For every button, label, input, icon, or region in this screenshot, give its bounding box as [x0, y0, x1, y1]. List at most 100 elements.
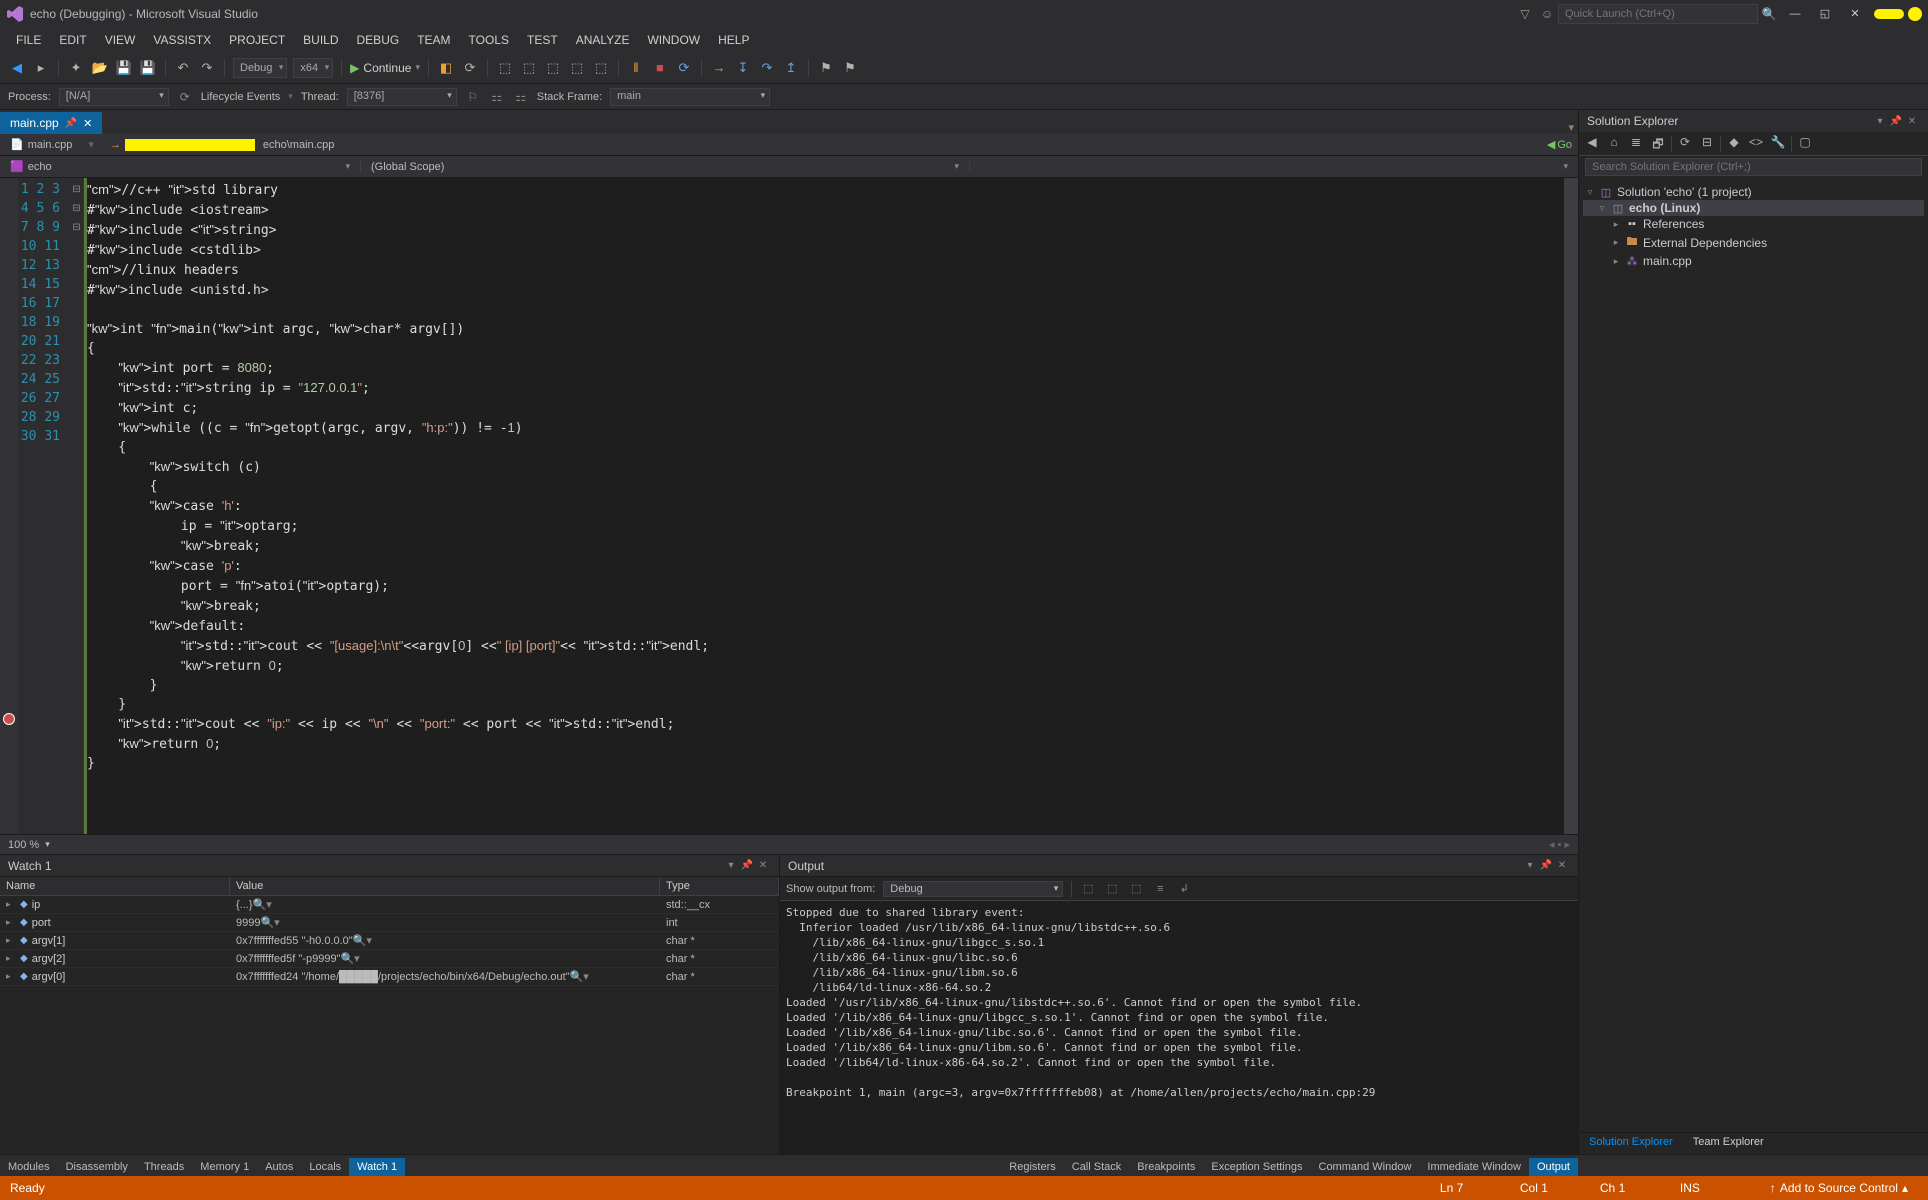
nav-back-icon[interactable]: ◀ — [8, 59, 26, 77]
solution-config-combo[interactable]: Debug — [233, 58, 287, 78]
sol-preview-icon[interactable]: ▢ — [1796, 135, 1814, 153]
quick-launch-input[interactable] — [1558, 4, 1758, 24]
tb-icon-ex1[interactable]: ⚑ — [817, 59, 835, 77]
sol-code-icon[interactable]: <> — [1747, 135, 1765, 153]
panel-pin-icon[interactable]: 📌 — [1888, 116, 1904, 127]
tw-breakpoints[interactable]: Breakpoints — [1129, 1158, 1203, 1176]
pin-icon[interactable]: 📌 — [65, 118, 77, 129]
lifecycle-icon[interactable]: ⟳ — [177, 90, 193, 104]
add-source-control-button[interactable]: ↑ Add to Source Control ▴ — [1760, 1181, 1918, 1195]
tb-icon-5[interactable]: ⬚ — [544, 59, 562, 77]
watch-title-bar[interactable]: Watch 1 ▾ 📌 ✕ — [0, 855, 779, 877]
nav-fwd-icon[interactable]: ▸ — [32, 59, 50, 77]
watch-row[interactable]: ▸◆ argv[0]0x7fffffffed24 "/home/█████/pr… — [0, 968, 779, 986]
go-button[interactable]: ◀Go — [1547, 138, 1578, 151]
menu-analyze[interactable]: ANALYZE — [568, 29, 638, 51]
watch-row[interactable]: ▸◆ argv[1]0x7fffffffed55 "-h0.0.0.0"🔍▾ch… — [0, 932, 779, 950]
output-btn-3[interactable]: ⬚ — [1128, 882, 1144, 895]
output-source-combo[interactable]: Debug — [883, 881, 1063, 897]
process-combo[interactable]: [N/A] — [59, 88, 169, 106]
new-project-icon[interactable]: ✦ — [67, 59, 85, 77]
tw-exception[interactable]: Exception Settings — [1203, 1158, 1310, 1176]
tab-solution-explorer[interactable]: Solution Explorer — [1579, 1133, 1683, 1154]
notifications-icon[interactable]: ▽ — [1516, 7, 1534, 21]
vertical-scrollbar[interactable] — [1564, 178, 1578, 834]
breakpoint-icon[interactable] — [3, 713, 15, 725]
tab-team-explorer[interactable]: Team Explorer — [1683, 1133, 1774, 1154]
code-content[interactable]: "cm">//c++ "it">std library #"kw">includ… — [84, 178, 1564, 834]
step-into-icon[interactable]: ↧ — [734, 59, 752, 77]
close-button[interactable]: ✕ — [1840, 4, 1870, 24]
solution-root-node[interactable]: ▿◫Solution 'echo' (1 project) — [1583, 184, 1924, 200]
tw-registers[interactable]: Registers — [1001, 1158, 1063, 1176]
tb-icon-3[interactable]: ⬚ — [496, 59, 514, 77]
tw-command[interactable]: Command Window — [1311, 1158, 1420, 1176]
breakpoint-margin[interactable] — [0, 178, 18, 834]
menu-team[interactable]: TEAM — [409, 29, 458, 51]
step-out-icon[interactable]: ↥ — [782, 59, 800, 77]
references-node[interactable]: ▸▪▪References — [1583, 216, 1924, 232]
menu-test[interactable]: TEST — [519, 29, 566, 51]
tw-memory[interactable]: Memory 1 — [192, 1158, 257, 1176]
menu-edit[interactable]: EDIT — [51, 29, 94, 51]
scope-member-combo[interactable] — [969, 161, 1578, 172]
watch-row[interactable]: ▸◆ port9999🔍▾int — [0, 914, 779, 932]
menu-debug[interactable]: DEBUG — [349, 29, 408, 51]
tw-locals[interactable]: Locals — [301, 1158, 349, 1176]
restore-button[interactable]: ◱ — [1810, 4, 1840, 24]
menu-view[interactable]: VIEW — [97, 29, 144, 51]
menu-window[interactable]: WINDOW — [639, 29, 708, 51]
sol-refresh-icon[interactable]: ⟳ — [1676, 135, 1694, 153]
thread-combo[interactable]: [8376] — [347, 88, 457, 106]
panel-dropdown-icon[interactable]: ▾ — [1522, 860, 1538, 871]
tw-output[interactable]: Output — [1529, 1158, 1578, 1176]
solution-tree[interactable]: ▿◫Solution 'echo' (1 project) ▿◫echo (Li… — [1579, 180, 1928, 1132]
watch-row[interactable]: ▸◆ ip{...}🔍▾std::__cx — [0, 896, 779, 914]
menu-vassistx[interactable]: VASSISTX — [145, 29, 219, 51]
watch-col-type[interactable]: Type — [660, 877, 779, 895]
watch-row[interactable]: ▸◆ argv[2]0x7fffffffed5f "-p9999"🔍▾char … — [0, 950, 779, 968]
tab-close-icon[interactable]: ✕ — [83, 117, 92, 130]
tb-icon-ex2[interactable]: ⚑ — [841, 59, 859, 77]
scope-global-combo[interactable]: (Global Scope) — [360, 161, 969, 173]
menu-tools[interactable]: TOOLS — [461, 29, 517, 51]
sol-sync-icon[interactable]: 🗗 — [1649, 135, 1667, 153]
tb-icon-6[interactable]: ⬚ — [568, 59, 586, 77]
tw-autos[interactable]: Autos — [257, 1158, 301, 1176]
solution-platform-combo[interactable]: x64 — [293, 58, 333, 78]
sol-tree-icon[interactable]: ≣ — [1627, 135, 1645, 153]
save-all-icon[interactable]: 💾 — [139, 59, 157, 77]
output-title-bar[interactable]: Output ▾ 📌 ✕ — [780, 855, 1578, 877]
scope-project-combo[interactable]: 🟪 echo — [0, 160, 360, 173]
stop-debug-icon[interactable]: ■ — [651, 59, 669, 77]
tw-modules[interactable]: Modules — [0, 1158, 58, 1176]
step-over-icon[interactable]: ↷ — [758, 59, 776, 77]
tab-main-cpp[interactable]: main.cpp 📌 ✕ — [0, 112, 102, 134]
flag-threads-icon[interactable]: ⚐ — [465, 90, 481, 104]
tab-overflow-icon[interactable]: ▾ — [1568, 121, 1578, 134]
tw-threads[interactable]: Threads — [136, 1158, 192, 1176]
watch-col-name[interactable]: Name — [0, 877, 230, 895]
panel-close-icon[interactable]: ✕ — [1904, 116, 1920, 127]
tw-immediate[interactable]: Immediate Window — [1419, 1158, 1529, 1176]
external-deps-node[interactable]: ▸🖿External Dependencies — [1583, 232, 1924, 253]
outline-margin[interactable]: ⊟ ⊟ ⊟ — [70, 178, 84, 834]
watch-body[interactable]: ▸◆ ip{...}🔍▾std::__cx▸◆ port9999🔍▾int▸◆ … — [0, 896, 779, 1154]
undo-icon[interactable]: ↶ — [174, 59, 192, 77]
menu-project[interactable]: PROJECT — [221, 29, 293, 51]
tb-icon-2[interactable]: ⟳ — [461, 59, 479, 77]
search-icon[interactable]: 🔍 — [1760, 7, 1778, 21]
restart-icon[interactable]: ⟳ — [675, 59, 693, 77]
show-next-stmt-icon[interactable]: → — [710, 59, 728, 77]
file-node-main-cpp[interactable]: ▸⁂main.cpp — [1583, 253, 1924, 269]
panel-dropdown-icon[interactable]: ▾ — [723, 860, 739, 871]
code-editor[interactable]: 1 2 3 4 5 6 7 8 9 10 11 12 13 14 15 16 1… — [0, 178, 1578, 834]
output-btn-1[interactable]: ⬚ — [1080, 882, 1096, 895]
redo-icon[interactable]: ↷ — [198, 59, 216, 77]
panel-close-icon[interactable]: ✕ — [755, 860, 771, 871]
tb-icon-7[interactable]: ⬚ — [592, 59, 610, 77]
output-text[interactable]: Stopped due to shared library event: Inf… — [780, 901, 1578, 1154]
open-icon[interactable]: 📂 — [91, 59, 109, 77]
panel-pin-icon[interactable]: 📌 — [1538, 860, 1554, 871]
panel-close-icon[interactable]: ✕ — [1554, 860, 1570, 871]
